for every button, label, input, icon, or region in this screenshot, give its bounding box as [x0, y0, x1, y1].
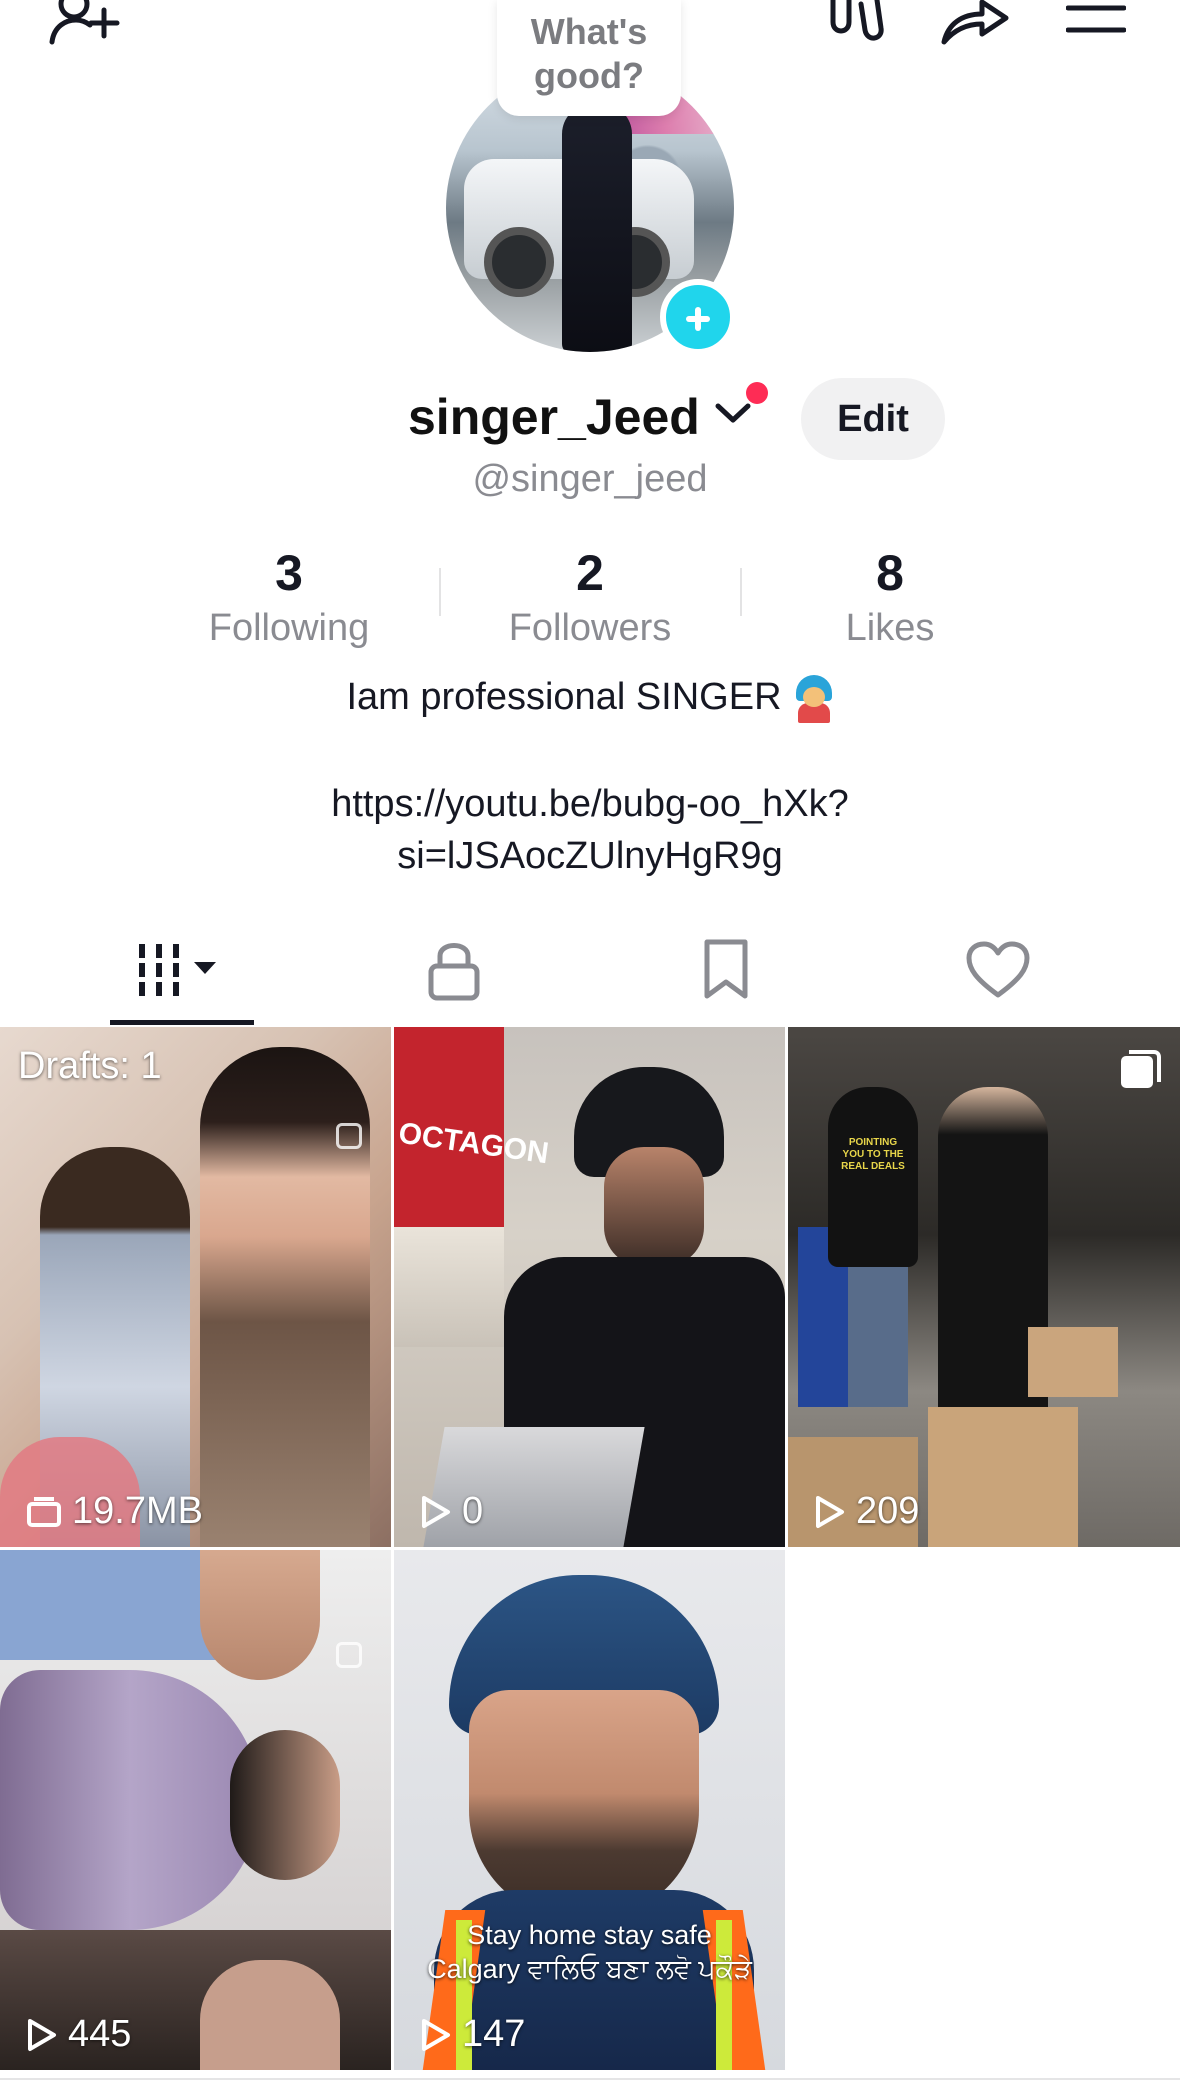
- edit-profile-button[interactable]: Edit: [801, 378, 945, 460]
- bookmark-icon: [704, 939, 748, 999]
- footprints-icon[interactable]: [825, 0, 889, 46]
- divider: [0, 2078, 1180, 2080]
- tab-liked[interactable]: [862, 920, 1134, 1020]
- stat-followers[interactable]: 2 Followers: [440, 543, 740, 653]
- video-tile[interactable]: Stay home stay safe Calgary ਵਾਲਿਓ ਬਣਾ ਲਵ…: [394, 1550, 785, 2070]
- tab-saved[interactable]: [590, 920, 862, 1020]
- play-icon: [422, 2018, 450, 2051]
- instagram-watermark-icon: [336, 1642, 362, 1668]
- videos-grid-icon: [139, 944, 216, 996]
- bio-link-line: si=lJSAocZUlnyHgR9g: [397, 835, 783, 877]
- bio-link-line: https://youtu.be/bubg-oo_hXk?: [331, 783, 849, 825]
- view-count-value: 445: [68, 2013, 132, 2055]
- bio-link[interactable]: https://youtu.be/bubg-oo_hXk? si=lJSAocZ…: [0, 778, 1180, 882]
- draft-video-tile[interactable]: Drafts: 1 19.7MB: [0, 1027, 391, 1547]
- username-handle: @singer_jeed: [472, 458, 708, 500]
- view-count: 0: [420, 1490, 483, 1533]
- storage-icon: [27, 1496, 61, 1527]
- add-friend-icon[interactable]: [48, 0, 122, 46]
- add-story-button[interactable]: [660, 279, 736, 355]
- video-tile[interactable]: 445: [0, 1550, 391, 2070]
- stat-value: 8: [876, 545, 904, 601]
- stat-label: Following: [208, 607, 370, 649]
- display-name[interactable]: singer_Jeed: [408, 388, 700, 446]
- view-count: 147: [420, 2013, 525, 2056]
- multi-photo-icon: [1121, 1050, 1161, 1088]
- chevron-down-icon[interactable]: [714, 398, 752, 428]
- stat-label: Followers: [508, 607, 672, 649]
- video-tile[interactable]: OCTAGON 0: [394, 1027, 785, 1547]
- stat-value: 2: [576, 545, 604, 601]
- stat-likes[interactable]: 8 Likes: [740, 543, 1040, 653]
- video-caption: Stay home stay safe Calgary ਵਾਲਿਓ ਬਣਾ ਲਵ…: [394, 1918, 785, 1986]
- view-count-value: 0: [462, 1490, 484, 1532]
- stat-label: Likes: [845, 607, 935, 649]
- caption-line: Calgary ਵਾਲਿਓ ਬਣਾ ਲਵੋ ਪਕੌੜੇ: [427, 1954, 752, 1984]
- caption-line: Stay home stay safe: [467, 1920, 712, 1950]
- notification-dot: [746, 382, 768, 404]
- menu-icon[interactable]: [1066, 0, 1126, 40]
- shirt-print: POINTING YOU TO THE REAL DEALS: [841, 1137, 905, 1172]
- stat-following[interactable]: 3 Following: [139, 543, 439, 653]
- view-count: 209: [814, 1490, 919, 1533]
- video-size-value: 19.7MB: [72, 1490, 203, 1532]
- share-icon[interactable]: [940, 0, 1010, 46]
- play-icon: [28, 2018, 56, 2051]
- view-count-value: 209: [856, 1490, 920, 1532]
- tab-videos[interactable]: [46, 920, 318, 1020]
- lock-icon: [428, 943, 480, 1001]
- active-tab-indicator: [110, 1020, 254, 1025]
- bio-text: Iam professional SINGER: [346, 676, 782, 719]
- play-icon: [422, 1495, 450, 1528]
- singer-emoji-icon: [794, 675, 834, 723]
- view-count-value: 147: [462, 2013, 526, 2055]
- video-size: 19.7MB: [26, 1490, 203, 1533]
- instagram-watermark-icon: [336, 1123, 362, 1149]
- drafts-label: Drafts: 1: [18, 1045, 162, 1087]
- tab-private[interactable]: [318, 920, 590, 1020]
- heart-icon: [966, 941, 1030, 998]
- stat-value: 3: [275, 545, 303, 601]
- play-icon: [816, 1495, 844, 1528]
- video-tile[interactable]: POINTING YOU TO THE REAL DEALS 209: [788, 1027, 1180, 1547]
- bio[interactable]: Iam professional SINGER: [0, 675, 1180, 723]
- view-count: 445: [26, 2013, 131, 2056]
- status-bubble[interactable]: What's good?: [497, 0, 681, 116]
